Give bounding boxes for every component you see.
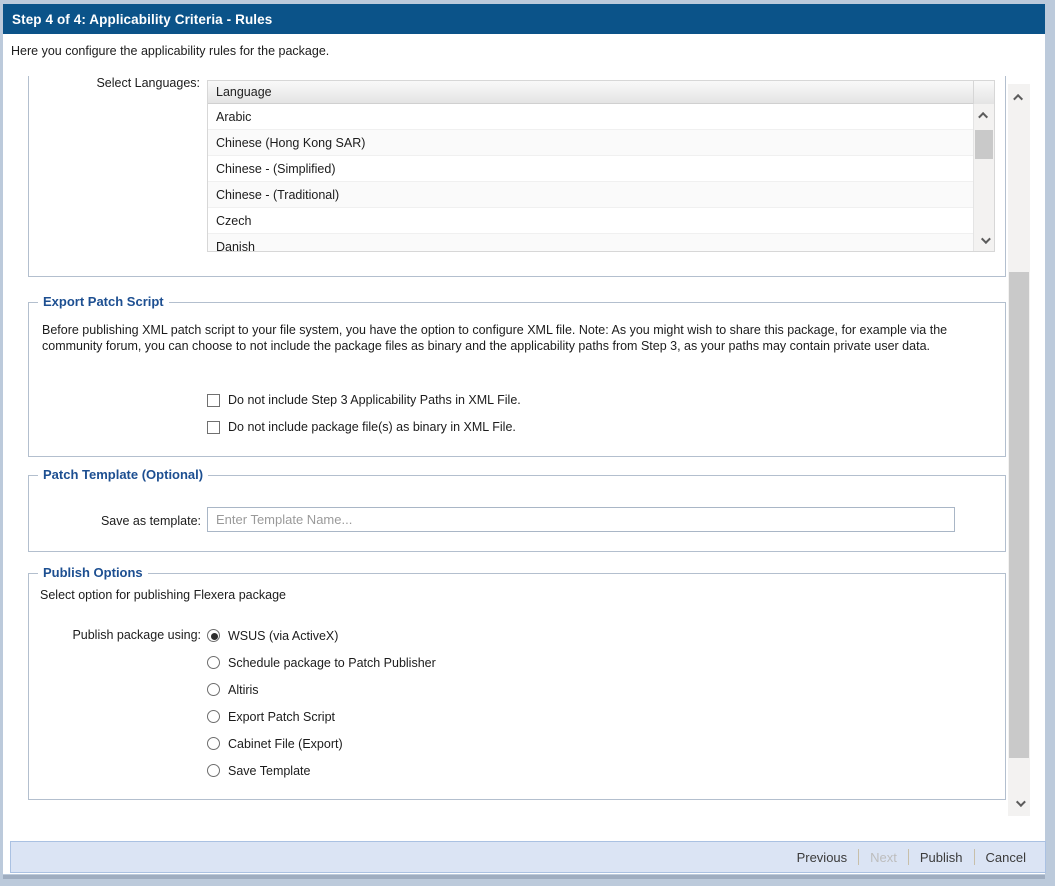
title-bar: Step 4 of 4: Applicability Criteria - Ru… bbox=[3, 4, 1045, 34]
language-row[interactable]: Chinese - (Simplified) bbox=[208, 156, 973, 182]
patch-template-group: Patch Template (Optional) Save as templa… bbox=[28, 475, 1006, 552]
patch-template-title: Patch Template (Optional) bbox=[38, 467, 208, 482]
chevron-up-icon bbox=[978, 111, 988, 121]
content-panel: Select Languages: Language Arabic Chines… bbox=[10, 76, 1008, 818]
publish-option-patch-publisher[interactable]: Schedule package to Patch Publisher bbox=[207, 649, 436, 676]
radio-icon[interactable] bbox=[207, 629, 220, 642]
exclude-paths-checkbox-label: Do not include Step 3 Applicability Path… bbox=[228, 393, 521, 407]
save-as-template-label: Save as template: bbox=[29, 509, 201, 533]
language-rows: Arabic Chinese (Hong Kong SAR) Chinese -… bbox=[208, 104, 973, 251]
language-row[interactable]: Arabic bbox=[208, 104, 973, 130]
publish-option-label: Export Patch Script bbox=[228, 710, 335, 724]
publish-option-label: Schedule package to Patch Publisher bbox=[228, 656, 436, 670]
exclude-binary-checkbox-label: Do not include package file(s) as binary… bbox=[228, 420, 516, 434]
publish-option-list: WSUS (via ActiveX) Schedule package to P… bbox=[207, 622, 436, 784]
exclude-binary-checkbox[interactable] bbox=[207, 421, 220, 434]
exclude-binary-checkbox-row: Do not include package file(s) as binary… bbox=[207, 418, 516, 436]
window-bottom-edge bbox=[3, 875, 1045, 879]
publish-options-title: Publish Options bbox=[38, 565, 148, 580]
template-name-input[interactable] bbox=[207, 507, 955, 532]
footer-button-bar: Previous Next Publish Cancel bbox=[10, 841, 1046, 873]
exclude-paths-checkbox-row: Do not include Step 3 Applicability Path… bbox=[207, 391, 521, 409]
language-column-header[interactable]: Language bbox=[208, 81, 994, 104]
publish-option-save-template[interactable]: Save Template bbox=[207, 757, 436, 784]
language-row[interactable]: Chinese - (Traditional) bbox=[208, 182, 973, 208]
list-scrollbar[interactable] bbox=[973, 104, 994, 251]
previous-button[interactable]: Previous bbox=[786, 850, 859, 865]
chevron-down-icon bbox=[1015, 797, 1025, 807]
publish-option-label: Cabinet File (Export) bbox=[228, 737, 343, 751]
main-scrollbar-thumb[interactable] bbox=[1009, 272, 1029, 758]
publish-option-altiris[interactable]: Altiris bbox=[207, 676, 436, 703]
list-scroll-up-button[interactable] bbox=[974, 104, 994, 126]
export-patch-script-title: Export Patch Script bbox=[38, 294, 169, 309]
dialog-subtitle: Here you configure the applicability rul… bbox=[11, 44, 329, 58]
radio-icon[interactable] bbox=[207, 710, 220, 723]
main-scroll-down-button[interactable] bbox=[1008, 790, 1030, 816]
publish-option-label: Altiris bbox=[228, 683, 259, 697]
radio-icon[interactable] bbox=[207, 764, 220, 777]
language-header-corner bbox=[973, 81, 994, 104]
language-row[interactable]: Chinese (Hong Kong SAR) bbox=[208, 130, 973, 156]
language-row[interactable]: Czech bbox=[208, 208, 973, 234]
publish-option-export-script[interactable]: Export Patch Script bbox=[207, 703, 436, 730]
export-patch-script-description: Before publishing XML patch script to yo… bbox=[42, 323, 989, 354]
main-scrollbar[interactable] bbox=[1008, 84, 1030, 816]
radio-icon[interactable] bbox=[207, 683, 220, 696]
language-row[interactable]: Danish bbox=[208, 234, 973, 251]
cancel-button[interactable]: Cancel bbox=[975, 850, 1037, 865]
publish-option-label: WSUS (via ActiveX) bbox=[228, 629, 338, 643]
chevron-up-icon bbox=[1013, 93, 1023, 103]
list-scrollbar-thumb[interactable] bbox=[975, 130, 993, 159]
language-list: Language Arabic Chinese (Hong Kong SAR) … bbox=[207, 80, 995, 252]
publish-options-subtitle: Select option for publishing Flexera pac… bbox=[40, 588, 286, 602]
chevron-down-icon bbox=[980, 234, 990, 244]
list-scroll-down-button[interactable] bbox=[974, 229, 994, 251]
publish-option-wsus[interactable]: WSUS (via ActiveX) bbox=[207, 622, 436, 649]
next-button: Next bbox=[859, 850, 908, 865]
export-patch-script-group: Export Patch Script Before publishing XM… bbox=[28, 302, 1006, 457]
publish-options-group: Publish Options Select option for publis… bbox=[28, 573, 1006, 800]
radio-icon[interactable] bbox=[207, 656, 220, 669]
exclude-paths-checkbox[interactable] bbox=[207, 394, 220, 407]
main-scroll-up-button[interactable] bbox=[1008, 84, 1030, 110]
publish-package-using-label: Publish package using: bbox=[29, 622, 201, 649]
radio-icon[interactable] bbox=[207, 737, 220, 750]
dialog-title: Step 4 of 4: Applicability Criteria - Ru… bbox=[12, 12, 272, 27]
publish-option-cabinet-file[interactable]: Cabinet File (Export) bbox=[207, 730, 436, 757]
publish-button[interactable]: Publish bbox=[909, 850, 974, 865]
wizard-dialog: Step 4 of 4: Applicability Criteria - Ru… bbox=[0, 0, 1055, 886]
publish-option-label: Save Template bbox=[228, 764, 310, 778]
select-languages-label: Select Languages: bbox=[30, 76, 200, 90]
